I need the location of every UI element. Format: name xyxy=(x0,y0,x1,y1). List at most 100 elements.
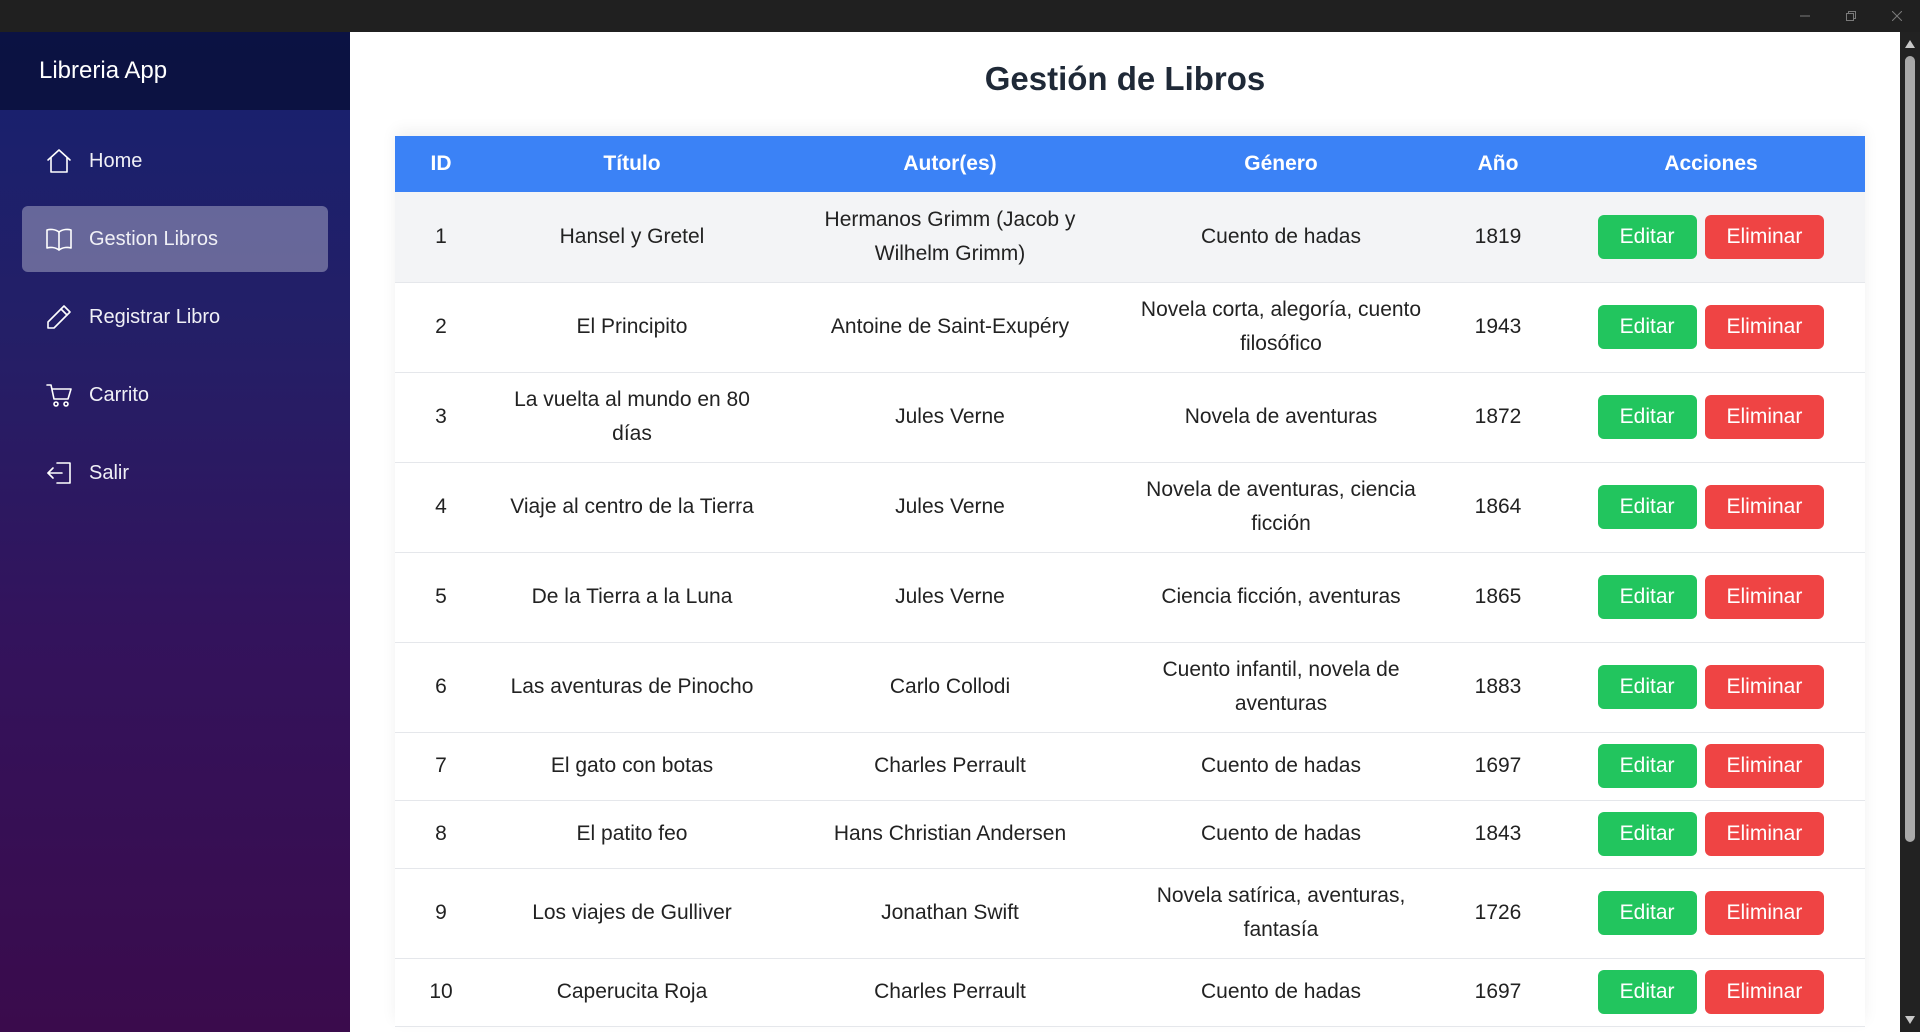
cell-anio: 1864 xyxy=(1439,462,1557,553)
edit-button[interactable]: Editar xyxy=(1597,305,1697,349)
sidebar-item-label: Gestion Libros xyxy=(89,227,218,250)
column-header-titulo: Título xyxy=(487,136,777,192)
cell-acciones: Editar Eliminar xyxy=(1557,732,1865,801)
cell-genero: Cuento de hadas xyxy=(1123,958,1439,1027)
cell-id: 9 xyxy=(395,868,487,959)
delete-button[interactable]: Eliminar xyxy=(1704,744,1825,788)
cell-genero: Novela satírica, aventuras, fantasía xyxy=(1123,868,1439,959)
delete-button[interactable]: Eliminar xyxy=(1704,665,1825,709)
cell-id: 8 xyxy=(395,800,487,869)
column-header-genero: Género xyxy=(1123,136,1439,192)
delete-button[interactable]: Eliminar xyxy=(1704,214,1825,259)
edit-button[interactable]: Editar xyxy=(1597,744,1697,788)
cell-id: 1 xyxy=(395,192,487,283)
pencil-icon xyxy=(44,302,74,332)
edit-button[interactable]: Editar xyxy=(1597,395,1697,439)
minimize-icon xyxy=(1800,15,1810,17)
main-content: Gestión de Libros ID Título Autor(es) Gé… xyxy=(350,32,1900,1032)
cell-titulo: El Principito xyxy=(487,282,777,373)
table-row: 7 El gato con botas Charles Perrault Cue… xyxy=(395,732,1865,801)
cell-autor: Charles Perrault xyxy=(777,732,1123,801)
cell-acciones: Editar Eliminar xyxy=(1557,372,1865,463)
cell-anio: 1865 xyxy=(1439,552,1557,643)
edit-button[interactable]: Editar xyxy=(1597,891,1697,935)
cell-autor: Hans Christian Andersen xyxy=(777,800,1123,869)
cell-acciones: Editar Eliminar xyxy=(1557,462,1865,553)
cell-titulo: Los viajes de Gulliver xyxy=(487,868,777,959)
restore-icon xyxy=(1846,11,1856,21)
table-row: 4 Viaje al centro de la Tierra Jules Ver… xyxy=(395,462,1865,553)
cell-genero: Novela de aventuras xyxy=(1123,372,1439,463)
app-window: Libreria App Home Gestion Libros Registr… xyxy=(0,32,1900,1032)
cell-id: 5 xyxy=(395,552,487,643)
page-title: Gestión de Libros xyxy=(984,60,1266,97)
table-row: 1 Hansel y Gretel Hermanos Grimm (Jacob … xyxy=(395,192,1865,283)
cell-acciones: Editar Eliminar xyxy=(1557,282,1865,373)
delete-button[interactable]: Eliminar xyxy=(1704,812,1825,856)
cell-anio: 1697 xyxy=(1439,732,1557,801)
edit-button[interactable]: Editar xyxy=(1597,812,1697,856)
table-row: 8 El patito feo Hans Christian Andersen … xyxy=(395,800,1865,869)
cell-genero: Novela corta, alegoría, cuento filosófic… xyxy=(1123,282,1439,373)
scroll-up-button[interactable] xyxy=(1900,34,1920,54)
table-row: 2 El Principito Antoine de Saint-Exupéry… xyxy=(395,282,1865,373)
edit-button[interactable]: Editar xyxy=(1597,214,1697,259)
sidebar-item-carrito[interactable]: Carrito xyxy=(22,362,328,428)
cell-id: 3 xyxy=(395,372,487,463)
cell-genero: Ciencia ficción, aventuras xyxy=(1123,552,1439,643)
vertical-scrollbar[interactable] xyxy=(1900,32,1920,1032)
arrow-down-icon xyxy=(1905,1016,1915,1024)
close-button[interactable] xyxy=(1874,0,1920,32)
cell-id: 10 xyxy=(395,958,487,1027)
delete-button[interactable]: Eliminar xyxy=(1704,395,1825,439)
arrow-up-icon xyxy=(1905,40,1915,48)
restore-button[interactable] xyxy=(1828,0,1874,32)
edit-button[interactable]: Editar xyxy=(1597,665,1697,709)
cell-genero: Cuento infantil, novela de aventuras xyxy=(1123,642,1439,733)
minimize-button[interactable] xyxy=(1782,0,1828,32)
cell-anio: 1726 xyxy=(1439,868,1557,959)
cell-anio: 1943 xyxy=(1439,282,1557,373)
edit-button[interactable]: Editar xyxy=(1597,575,1697,619)
table-body: 1 Hansel y Gretel Hermanos Grimm (Jacob … xyxy=(395,192,1865,1027)
delete-button[interactable]: Eliminar xyxy=(1704,891,1825,935)
delete-button[interactable]: Eliminar xyxy=(1704,305,1825,349)
app-title: Libreria App xyxy=(0,32,350,110)
cell-genero: Cuento de hadas xyxy=(1123,732,1439,801)
cell-titulo: Hansel y Gretel xyxy=(487,192,777,283)
delete-button[interactable]: Eliminar xyxy=(1704,970,1825,1014)
cell-id: 6 xyxy=(395,642,487,733)
edit-button[interactable]: Editar xyxy=(1597,970,1697,1014)
cell-anio: 1883 xyxy=(1439,642,1557,733)
cell-anio: 1697 xyxy=(1439,958,1557,1027)
cell-id: 7 xyxy=(395,732,487,801)
window-titlebar xyxy=(0,0,1920,32)
cell-autor: Hermanos Grimm (Jacob y Wilhelm Grimm) xyxy=(777,192,1123,283)
cell-titulo: De la Tierra a la Luna xyxy=(487,552,777,643)
scroll-down-button[interactable] xyxy=(1900,1010,1920,1030)
scrollbar-thumb[interactable] xyxy=(1905,56,1915,842)
sidebar-item-registrar-libro[interactable]: Registrar Libro xyxy=(22,284,328,350)
cell-id: 4 xyxy=(395,462,487,553)
table-row: 9 Los viajes de Gulliver Jonathan Swift … xyxy=(395,868,1865,959)
cell-genero: Cuento de hadas xyxy=(1123,800,1439,869)
cell-autor: Jules Verne xyxy=(777,372,1123,463)
home-icon xyxy=(44,146,74,176)
delete-button[interactable]: Eliminar xyxy=(1704,485,1825,529)
sidebar: Libreria App Home Gestion Libros Registr… xyxy=(0,32,350,1032)
sidebar-item-label: Salir xyxy=(89,461,130,484)
cell-acciones: Editar Eliminar xyxy=(1557,868,1865,959)
cell-titulo: Viaje al centro de la Tierra xyxy=(487,462,777,553)
sidebar-item-salir[interactable]: Salir xyxy=(22,440,328,506)
delete-button[interactable]: Eliminar xyxy=(1704,575,1825,619)
sidebar-item-home[interactable]: Home xyxy=(22,128,328,194)
cell-acciones: Editar Eliminar xyxy=(1557,192,1865,283)
cell-genero: Novela de aventuras, ciencia ficción xyxy=(1123,462,1439,553)
sidebar-item-gestion-libros[interactable]: Gestion Libros xyxy=(22,206,328,272)
cell-autor: Jules Verne xyxy=(777,462,1123,553)
books-table-container: ID Título Autor(es) Género Año Acciones … xyxy=(395,136,1865,1027)
edit-button[interactable]: Editar xyxy=(1597,485,1697,529)
cell-autor: Charles Perrault xyxy=(777,958,1123,1027)
cell-anio: 1843 xyxy=(1439,800,1557,869)
logout-icon xyxy=(44,458,74,488)
